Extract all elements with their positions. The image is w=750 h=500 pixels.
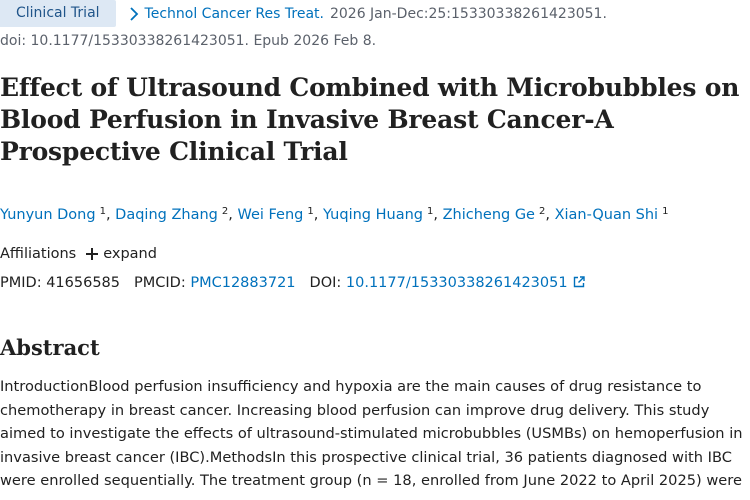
author-link[interactable]: Daqing Zhang (115, 207, 218, 223)
chevron-right-icon (129, 6, 138, 21)
author-link[interactable]: Yuqing Huang (323, 207, 423, 223)
pmcid-link[interactable]: PMC12883721 (190, 275, 295, 291)
author-separator: , (313, 207, 323, 223)
author-link[interactable]: Yunyun Dong (0, 207, 96, 223)
author-separator: , (545, 207, 555, 223)
affiliations-label: Affiliations (0, 246, 77, 262)
author-item: Yunyun Dong 1 (0, 206, 106, 223)
abstract-text: IntroductionBlood perfusion insufficienc… (0, 378, 743, 490)
plus-icon (86, 248, 99, 260)
expand-label: expand (103, 246, 157, 262)
identifiers-row: PMID: 41656585 PMCID: PMC12883721 DOI: 1… (0, 275, 585, 291)
author-item: Xian-Quan Shi 1 (555, 206, 669, 223)
pmcid-label: PMCID: (134, 275, 186, 291)
doi-epub-line: doi: 10.1177/15330338261423051. Epub 202… (0, 33, 377, 49)
author-link[interactable]: Zhicheng Ge (443, 207, 535, 223)
external-link-icon (573, 276, 585, 288)
journal-link[interactable]: Technol Cancer Res Treat. (145, 6, 324, 22)
doi-link-text: 10.1177/15330338261423051 (345, 275, 568, 291)
expand-affiliations-button[interactable]: expand (86, 246, 157, 262)
author-item: Yuqing Huang 1 (323, 206, 433, 223)
journal-citation: Technol Cancer Res Treat. 2026 Jan-Dec:2… (126, 6, 607, 22)
abstract-heading: Abstract (0, 335, 100, 360)
citation-details: 2026 Jan-Dec:25:15330338261423051. (329, 5, 607, 22)
affiliations-row: Affiliations expand (0, 246, 157, 262)
pmid-label: PMID: (0, 275, 42, 291)
citation-bar: Clinical Trial Technol Cancer Res Treat.… (0, 0, 607, 27)
author-separator: , (433, 207, 443, 223)
author-link[interactable]: Wei Feng (237, 207, 303, 223)
author-item: Wei Feng 1 (237, 206, 313, 223)
authors-list: Yunyun Dong 1, Daqing Zhang 2, Wei Feng 1, … (0, 206, 668, 223)
author-item: Daqing Zhang 2 (115, 206, 228, 223)
author-item: Zhicheng Ge 2 (443, 206, 546, 223)
affiliation-number[interactable]: 1 (662, 206, 668, 217)
author-link[interactable]: Xian-Quan Shi (555, 207, 659, 223)
doi-link[interactable]: 10.1177/15330338261423051 (346, 275, 585, 291)
pmid-value: 41656585 (46, 275, 121, 291)
publication-type-badge: Clinical Trial (0, 0, 116, 27)
author-separator: , (105, 207, 116, 223)
doi-label: DOI: (309, 275, 342, 291)
article-title: Effect of Ultrasound Combined with Micro… (0, 73, 740, 166)
